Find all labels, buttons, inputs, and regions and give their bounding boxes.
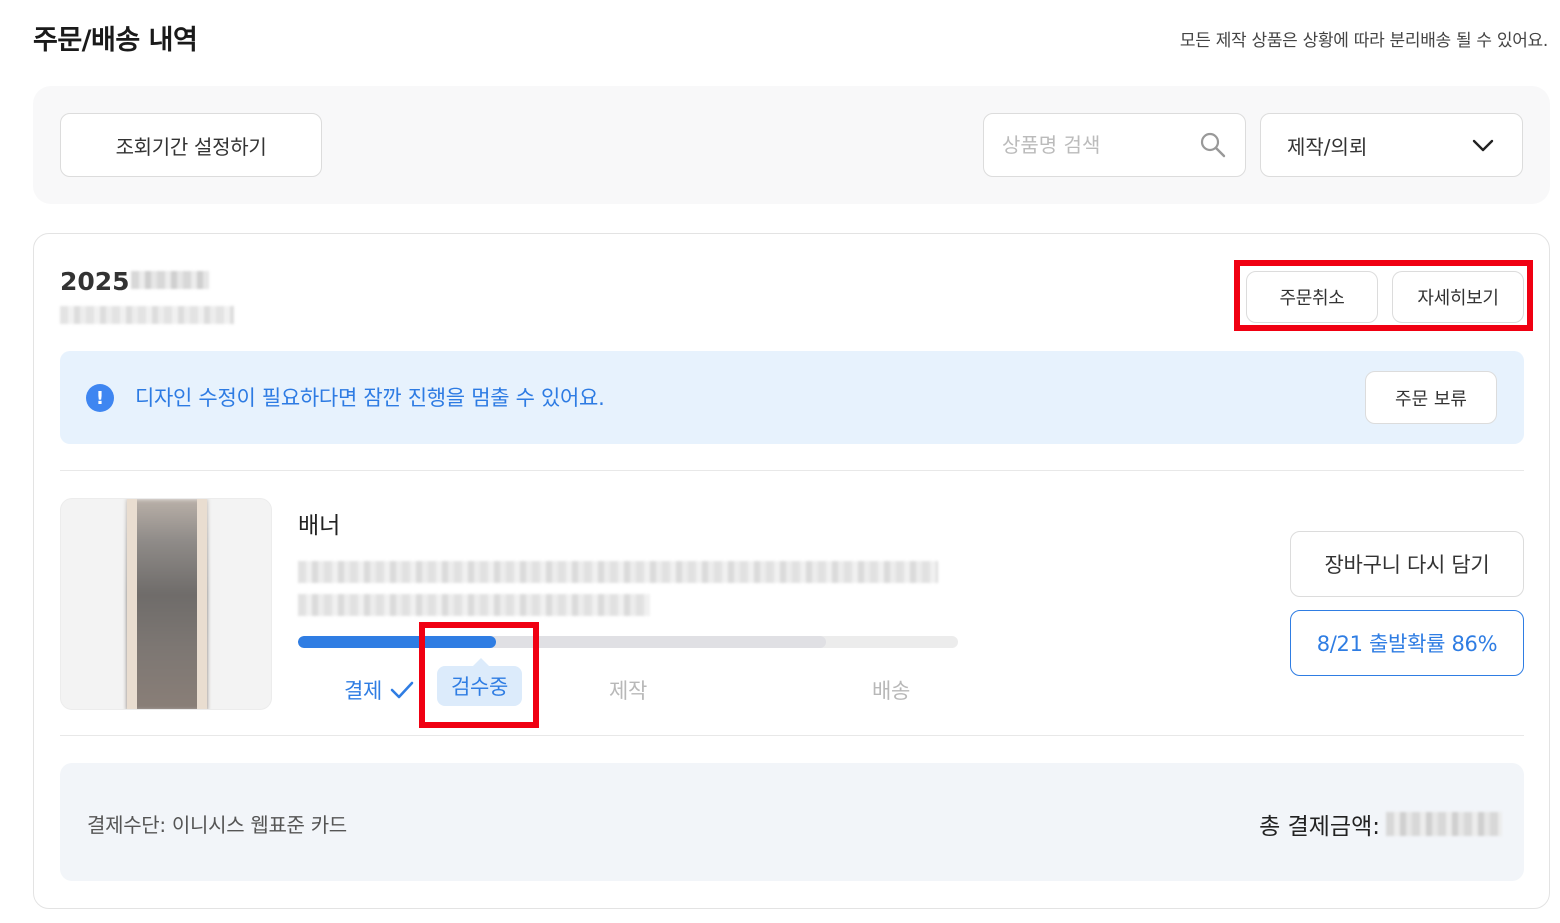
category-select-value: 제작/의뢰 [1287, 134, 1368, 159]
product-search-input[interactable] [1002, 133, 1192, 157]
product-search-box[interactable] [983, 113, 1246, 177]
step-payment-label: 결제 [344, 679, 383, 703]
step-shipping: 배송 [872, 679, 911, 703]
category-select[interactable]: 제작/의뢰 [1260, 113, 1523, 177]
departure-probability-button[interactable]: 8/21 출발확률 86% [1290, 610, 1524, 676]
period-setting-button[interactable]: 조회기간 설정하기 [60, 113, 322, 177]
payment-total-label: 총 결제금액: [1259, 814, 1380, 840]
check-icon [390, 681, 414, 699]
divider [60, 735, 1524, 736]
product-options-redacted [298, 594, 650, 616]
add-to-cart-again-button[interactable]: 장바구니 다시 담기 [1290, 531, 1524, 597]
cancel-order-button[interactable]: 주문취소 [1246, 271, 1378, 323]
order-progress-bar [298, 636, 958, 648]
payment-total-redacted [1386, 812, 1502, 836]
product-options-redacted [298, 561, 938, 583]
info-banner: ! 디자인 수정이 필요하다면 잠깐 진행을 멈출 수 있어요. 주문 보류 [60, 351, 1524, 444]
info-icon: ! [86, 384, 114, 412]
current-step-highlight [419, 622, 539, 728]
divider [60, 470, 1524, 471]
chevron-down-icon [1472, 139, 1494, 152]
hold-order-button[interactable]: 주문 보류 [1365, 371, 1497, 424]
order-date-redacted [131, 271, 209, 289]
page-title: 주문/배송 내역 [33, 25, 198, 56]
step-payment: 결제 [344, 675, 414, 705]
payment-total: 총 결제금액: [1259, 807, 1502, 841]
order-date: 2025 [60, 267, 130, 296]
view-details-button[interactable]: 자세히보기 [1392, 271, 1524, 323]
product-name: 배너 [298, 513, 341, 539]
product-image-edge [127, 499, 137, 709]
shipping-notice: 모든 제작 상품은 상황에 따라 분리배송 될 수 있어요. [1179, 31, 1548, 51]
order-card: 2025 주문취소 자세히보기 ! 디자인 수정이 필요하다면 잠깐 진행을 멈… [33, 233, 1550, 909]
step-production: 제작 [609, 679, 648, 703]
order-number-redacted [60, 306, 234, 324]
product-image [127, 499, 207, 709]
filter-bar: 조회기간 설정하기 제작/의뢰 [33, 86, 1550, 204]
info-banner-text: 디자인 수정이 필요하다면 잠깐 진행을 멈출 수 있어요. [135, 386, 605, 410]
payment-summary: 결제수단: 이니시스 웹표준 카드 총 결제금액: [60, 763, 1524, 881]
payment-method: 결제수단: 이니시스 웹표준 카드 [87, 813, 347, 837]
search-icon[interactable] [1199, 131, 1227, 159]
product-image-edge [197, 499, 207, 709]
product-thumbnail[interactable] [60, 498, 272, 710]
